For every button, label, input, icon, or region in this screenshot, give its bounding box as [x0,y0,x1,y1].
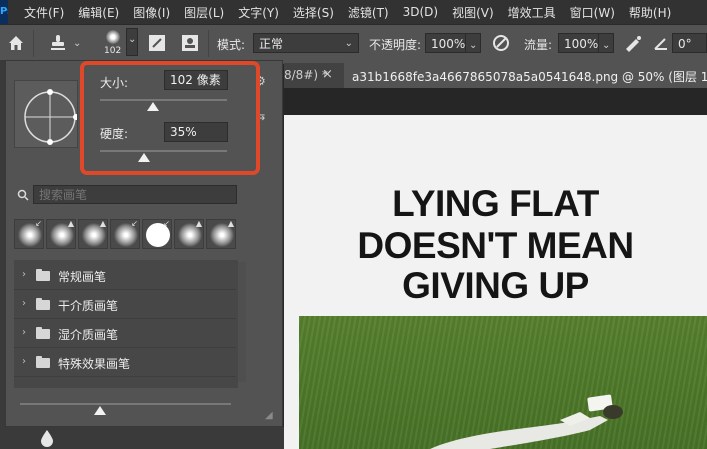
close-tab-icon[interactable]: × [322,67,333,82]
person-icon: ▲ [195,219,202,228]
menu-layer[interactable]: 图层(L) [184,4,224,21]
menu-edit[interactable]: 编辑(E) [78,4,119,21]
highlight-annotation [80,61,260,175]
chevron-right-icon[interactable]: › [22,298,26,309]
folder-icon [36,356,50,368]
folder-icon [36,298,50,310]
menu-plugins[interactable]: 增效工具 [508,4,556,21]
chevron-down-icon: ⌄ [344,38,353,49]
list-scrollbar[interactable] [238,262,246,382]
brush-group-dry-media[interactable]: › 干介质画笔 [14,291,236,319]
menu-window[interactable]: 窗口(W) [570,4,615,21]
headline-line-2: DOESN'T MEAN [357,225,634,266]
chevron-right-icon[interactable]: › [22,327,26,338]
brush-preset-7[interactable]: ▲ [206,219,236,249]
opacity-value: 100% [431,37,466,51]
flow-value: 100% [564,37,599,51]
pressure-size-icon: ↙ [35,219,42,228]
menu-filter[interactable]: 滤镜(T) [348,4,389,21]
folder-icon [36,269,50,281]
chevron-right-icon[interactable]: › [22,356,26,367]
person-icon: ▲ [99,219,106,228]
person-lying-on-grass-image [430,394,623,449]
brush-search-input[interactable] [33,185,237,204]
blur-tool-icon[interactable] [40,429,54,447]
angle-icon [654,38,667,50]
menu-file[interactable]: 文件(F) [24,4,64,21]
clone-stamp-icon[interactable] [48,33,68,53]
tool-preset-chevron-down-icon[interactable]: ⌄ [73,38,81,49]
menu-items: 文件(F) 编辑(E) 图像(I) 图层(L) 文字(Y) 选择(S) 滤镜(T… [24,0,685,24]
angle-value: 0° [678,37,692,51]
pressure-size-icon: ↙ [163,219,170,228]
brush-group-general[interactable]: › 常规画笔 [14,262,236,290]
resize-grip-icon[interactable]: ◢ [265,410,273,421]
menu-type[interactable]: 文字(Y) [238,4,279,21]
chevron-down-icon: ⌄ [469,40,478,51]
brush-preset-6[interactable]: ▲ [174,219,204,249]
divider [208,30,209,57]
chevron-right-icon[interactable]: › [22,269,26,280]
flow-label: 流量: [524,38,553,52]
brush-group-label: 干介质画笔 [58,299,119,313]
headline-line-1: LYING FLAT [392,183,599,224]
person-icon: ▲ [67,219,74,228]
pressure-opacity-icon[interactable] [490,33,512,53]
brush-preset-4[interactable]: ↙ [110,219,140,249]
folder-icon [36,327,50,339]
brush-group-wet-media[interactable]: › 湿介质画笔 [14,320,236,348]
brush-preset-1[interactable]: ↙ [14,219,44,249]
divider [33,30,34,57]
flow-slider-toggle[interactable]: ⌄ [598,33,614,53]
pressure-size-icon: ↙ [131,219,138,228]
blend-mode-value: 正常 [259,37,284,51]
brush-group-label: 特殊效果画笔 [58,357,131,371]
brush-group-special-effects[interactable]: › 特殊效果画笔 [14,349,236,377]
blend-mode-select[interactable]: 正常 ⌄ [253,33,359,53]
active-tab-title: a31b1668fe3a4667865078a5a0541648.png @ 5… [352,70,707,84]
brush-size-readout: 102 [104,46,122,56]
chevron-down-icon: ⌄ [602,40,611,51]
brush-tip-preview[interactable] [14,80,79,148]
clone-source-panel-icon[interactable] [180,33,200,53]
airbrush-icon[interactable] [622,33,644,53]
person-icon: ▲ [227,219,234,228]
menu-help[interactable]: 帮助(H) [629,4,671,21]
menu-view[interactable]: 视图(V) [452,4,494,21]
brush-group-label: 常规画笔 [58,270,107,284]
brush-preset-3[interactable]: ▲ [78,219,108,249]
brush-preview-icon[interactable] [101,28,125,48]
search-icon [17,189,29,201]
brush-preset-5[interactable]: ↙ [142,219,172,249]
menu-select[interactable]: 选择(S) [293,4,334,21]
photoshop-logo-icon: Ps [0,0,8,24]
brush-angle-roundness-icon[interactable] [15,81,79,147]
brush-angle-input[interactable]: 0° [672,33,707,53]
opacity-slider-toggle[interactable]: ⌄ [465,33,481,53]
menu-image[interactable]: 图像(I) [133,4,170,21]
brush-group-label: 湿介质画笔 [58,328,119,342]
preview-size-slider-thumb[interactable] [94,406,107,415]
preview-size-slider-track[interactable] [20,403,231,405]
headline-line-3: GIVING UP [402,265,589,306]
home-icon[interactable] [7,34,25,52]
mode-label: 模式: [217,38,246,52]
menu-3d[interactable]: 3D(D) [403,5,438,19]
opacity-label: 不透明度: [369,38,422,52]
chevron-down-icon: ⌄ [128,34,137,45]
brush-settings-panel-icon[interactable] [147,33,167,53]
brush-picker-toggle[interactable]: ⌄ [126,28,138,56]
brush-preset-2[interactable]: ▲ [46,219,76,249]
